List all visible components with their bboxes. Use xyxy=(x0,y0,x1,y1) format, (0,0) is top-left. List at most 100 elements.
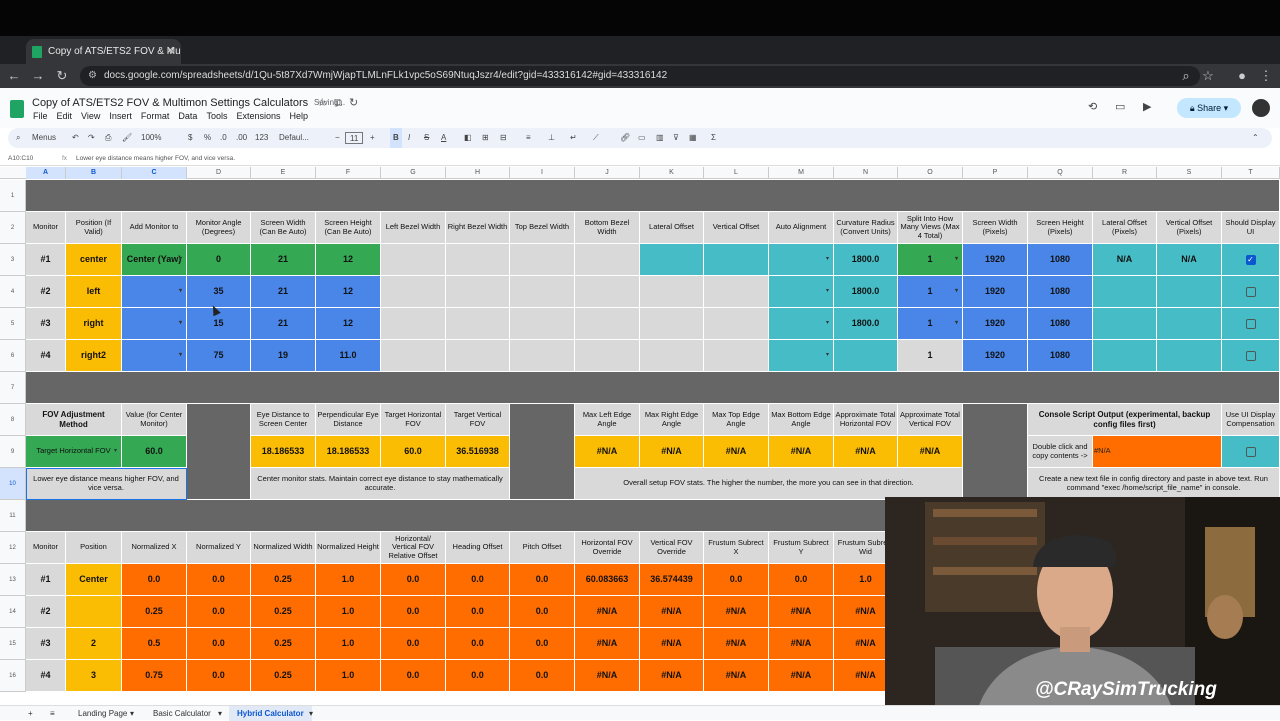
pixel-width-value[interactable]: 1920 xyxy=(963,276,1028,308)
vertical-offset-cell[interactable] xyxy=(704,308,769,340)
bezel-cell[interactable] xyxy=(381,308,446,340)
center-stat-value[interactable]: 60.0 xyxy=(381,436,446,468)
fov-value-input[interactable]: 60.0 xyxy=(122,436,187,468)
checkbox[interactable] xyxy=(1245,446,1256,457)
angle-value[interactable]: 75 xyxy=(187,340,251,372)
bezel-cell[interactable] xyxy=(575,308,640,340)
vertical-offset-px-value[interactable] xyxy=(1157,308,1222,340)
font-size-decrease-icon[interactable]: − xyxy=(335,128,340,148)
output-header[interactable]: Horizontal/ Vertical FOV Relative Offset xyxy=(381,532,446,564)
url-field[interactable]: ⚙ docs.google.com/spreadsheets/d/1Qu-5t8… xyxy=(80,66,1200,86)
share-button[interactable]: 🔒︎ Share ▾ xyxy=(1177,98,1241,118)
spacer-row[interactable] xyxy=(26,180,1280,212)
bezel-cell[interactable] xyxy=(381,276,446,308)
overall-note[interactable]: Overall setup FOV stats. The higher the … xyxy=(575,468,963,500)
header-5[interactable]: Screen Width (Can Be Auto) xyxy=(251,212,316,244)
output-header[interactable]: Normalized Width xyxy=(251,532,316,564)
monitor-label[interactable]: #4 xyxy=(26,340,66,372)
split-views-dropdown[interactable]: 1 xyxy=(898,340,963,372)
column-header-l[interactable]: L xyxy=(704,167,769,179)
search-menus-label[interactable]: Menus xyxy=(32,128,56,148)
fov-method-dropdown[interactable]: Target Horizontal FOV ▾ xyxy=(26,436,122,468)
dropdown-chevron-icon[interactable]: ▾ xyxy=(179,288,182,295)
add-sheet-button[interactable]: + xyxy=(28,706,33,721)
pixel-height-value[interactable]: 1080 xyxy=(1028,276,1093,308)
column-header-e[interactable]: E xyxy=(251,167,316,179)
overall-stat-header[interactable]: Max Top Edge Angle xyxy=(704,404,769,436)
vertical-offset-cell[interactable] xyxy=(704,276,769,308)
pixel-width-value[interactable]: 1920 xyxy=(963,308,1028,340)
column-header-t[interactable]: T xyxy=(1222,167,1280,179)
text-color-button[interactable]: A xyxy=(441,128,446,148)
output-value[interactable]: 0.0 xyxy=(187,660,251,692)
output-value[interactable]: 1.0 xyxy=(316,660,381,692)
monitor-label[interactable]: #1 xyxy=(26,244,66,276)
bold-button[interactable]: B xyxy=(390,128,402,148)
column-header-k[interactable]: K xyxy=(640,167,704,179)
dropdown-chevron-icon[interactable]: ▾ xyxy=(179,320,182,327)
dropdown-chevron-icon[interactable]: ▾ xyxy=(955,288,958,295)
position-value[interactable]: left xyxy=(66,276,122,308)
output-position[interactable]: Center xyxy=(66,564,122,596)
row-header-2[interactable]: 2 xyxy=(0,212,26,244)
menu-extensions[interactable]: Extensions xyxy=(236,111,280,121)
overall-stat-value[interactable]: #N/A xyxy=(834,436,898,468)
position-value[interactable]: right2 xyxy=(66,340,122,372)
row-header-11[interactable]: 11 xyxy=(0,500,26,532)
output-monitor-label[interactable]: #1 xyxy=(26,564,66,596)
lateral-offset-cell[interactable] xyxy=(640,276,704,308)
strikethrough-button[interactable]: S xyxy=(424,128,429,148)
insert-comment-icon[interactable]: ▭ xyxy=(638,128,646,148)
auto-alignment-dropdown[interactable]: ▾ xyxy=(769,276,834,308)
console-note[interactable]: Create a new text file in config directo… xyxy=(1028,468,1280,500)
output-value[interactable]: #N/A xyxy=(704,596,769,628)
row-header-13[interactable]: 13 xyxy=(0,564,26,596)
add-monitor-dropdown[interactable]: ▾ xyxy=(122,340,187,372)
lateral-offset-cell[interactable] xyxy=(640,340,704,372)
spacer-row[interactable] xyxy=(26,372,1280,404)
decrease-decimal-button[interactable]: .0 xyxy=(220,128,227,148)
overall-stat-header[interactable]: Approximate Total Horizontal FOV xyxy=(834,404,898,436)
header-4[interactable]: Monitor Angle (Degrees) xyxy=(187,212,251,244)
close-tab-icon[interactable]: ✕ xyxy=(166,39,175,64)
column-header-j[interactable]: J xyxy=(575,167,640,179)
add-monitor-dropdown[interactable]: ▾ xyxy=(122,276,187,308)
lateral-offset-px-value[interactable] xyxy=(1093,308,1157,340)
output-value[interactable]: 0.0 xyxy=(187,596,251,628)
vertical-offset-cell[interactable] xyxy=(704,340,769,372)
output-value[interactable]: 0.0 xyxy=(704,564,769,596)
output-value[interactable]: 0.0 xyxy=(446,564,510,596)
paint-format-icon[interactable]: 🖌︎ xyxy=(122,128,132,148)
console-hint[interactable]: Double click and copy contents -> xyxy=(1028,436,1093,468)
bezel-cell[interactable] xyxy=(575,244,640,276)
column-header-d[interactable]: D xyxy=(187,167,251,179)
output-value[interactable]: 0.0 xyxy=(510,596,575,628)
output-value[interactable]: 0.0 xyxy=(381,564,446,596)
dropdown-chevron-icon[interactable]: ▾ xyxy=(826,288,829,295)
screen-width-value[interactable]: 19 xyxy=(251,340,316,372)
center-stat-header[interactable]: Eye Distance to Screen Center xyxy=(251,404,316,436)
font-size-increase-icon[interactable]: + xyxy=(370,128,375,148)
column-header-o[interactable]: O xyxy=(898,167,963,179)
monitor-label[interactable]: #3 xyxy=(26,308,66,340)
output-value[interactable]: 0.25 xyxy=(251,564,316,596)
add-monitor-dropdown[interactable]: ▾ xyxy=(122,308,187,340)
ui-comp-checkbox-cell[interactable] xyxy=(1222,436,1280,468)
overall-stat-value[interactable]: #N/A xyxy=(769,436,834,468)
row-header-14[interactable]: 14 xyxy=(0,596,26,628)
row-header-7[interactable]: 7 xyxy=(0,372,26,404)
output-header[interactable]: Position xyxy=(66,532,122,564)
display-ui-checkbox-cell[interactable]: ✓ xyxy=(1222,244,1280,276)
menu-insert[interactable]: Insert xyxy=(109,111,132,121)
output-header[interactable]: Vertical FOV Override xyxy=(640,532,704,564)
lateral-offset-px-value[interactable] xyxy=(1093,340,1157,372)
overall-stat-header[interactable]: Max Bottom Edge Angle xyxy=(769,404,834,436)
font-size-input[interactable]: 11 xyxy=(345,132,364,144)
pixel-height-value[interactable]: 1080 xyxy=(1028,340,1093,372)
split-views-dropdown[interactable]: 1 ▾ xyxy=(898,276,963,308)
forward-icon[interactable]: → xyxy=(28,64,48,88)
dropdown-chevron-icon[interactable]: ▾ xyxy=(955,320,958,327)
column-header-r[interactable]: R xyxy=(1093,167,1157,179)
center-note[interactable]: Center monitor stats. Maintain correct e… xyxy=(251,468,510,500)
overall-stat-header[interactable]: Max Right Edge Angle xyxy=(640,404,704,436)
